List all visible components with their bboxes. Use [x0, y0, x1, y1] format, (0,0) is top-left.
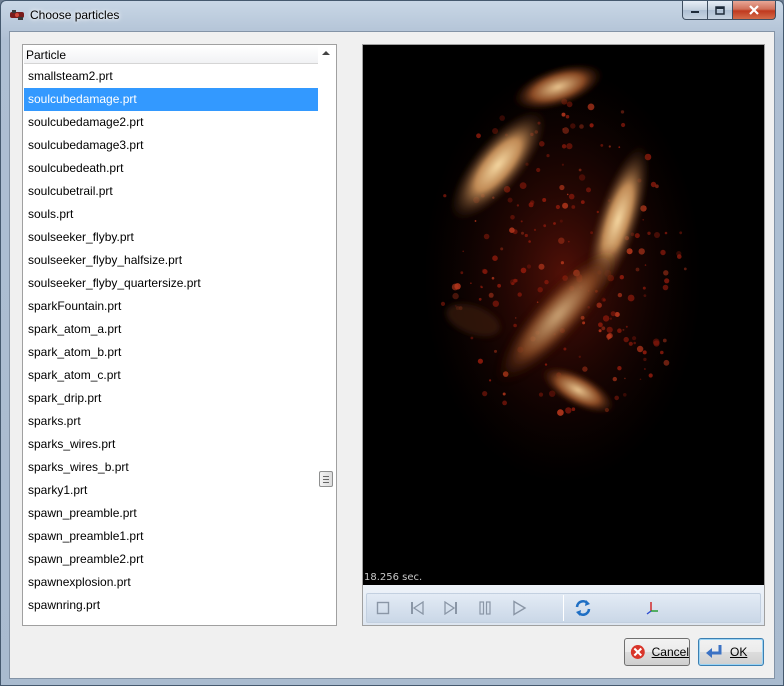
minimize-button[interactable]	[682, 1, 708, 20]
pause-button[interactable]	[473, 597, 497, 619]
app-icon	[10, 10, 24, 20]
list-item[interactable]: sparks_wires_b.prt	[24, 456, 335, 479]
cancel-button[interactable]: Cancel	[624, 638, 690, 666]
list-item[interactable]: soulseeker_flyby_halfsize.prt	[24, 249, 335, 272]
list-item[interactable]: spawn_preamble1.prt	[24, 525, 335, 548]
list-item[interactable]: souls.prt	[24, 203, 335, 226]
column-header-label: Particle	[26, 48, 67, 62]
list-scrollbar[interactable]	[318, 46, 335, 624]
preview-time-readout: 18.256 sec.	[364, 572, 423, 583]
pause-icon	[479, 601, 491, 615]
cancel-label: Cancel	[651, 645, 689, 659]
list-item[interactable]: soulseeker_flyby.prt	[24, 226, 335, 249]
list-item[interactable]: soulcubedeath.prt	[24, 157, 335, 180]
list-item[interactable]: soulseeker_flyby_quartersize.prt	[24, 272, 335, 295]
close-icon	[749, 5, 759, 15]
close-button[interactable]	[733, 1, 776, 20]
show-axes-button[interactable]	[641, 597, 665, 619]
list-item[interactable]: spark_atom_c.prt	[24, 364, 335, 387]
axes-icon	[646, 602, 658, 615]
loop-icon	[575, 600, 591, 616]
particle-preview-viewport[interactable]: 18.256 sec.	[363, 45, 764, 585]
list-item[interactable]: soulcubedamage3.prt	[24, 134, 335, 157]
list-item[interactable]: spawn_preamble.prt	[24, 502, 335, 525]
list-item[interactable]: soulcubedamage2.prt	[24, 111, 335, 134]
maximize-button[interactable]	[708, 1, 733, 20]
list-item[interactable]: soulcubedamage.prt	[24, 88, 335, 111]
list-item[interactable]: spawnexplosion.prt	[24, 571, 335, 594]
scrollbar-thumb[interactable]	[319, 471, 333, 487]
maximize-icon	[715, 5, 725, 15]
particle-list[interactable]: Particle smallsteam2.prt soulcubedamage.p…	[22, 44, 337, 626]
particle-effect-render	[423, 62, 703, 485]
list-item[interactable]: spark_drip.prt	[24, 387, 335, 410]
list-item[interactable]: smallsteam2.prt	[24, 65, 335, 88]
title-bar[interactable]: Choose particles	[1, 1, 783, 29]
list-item[interactable]: sparks.prt	[24, 410, 335, 433]
scroll-up-icon[interactable]	[322, 51, 330, 55]
minimize-icon	[691, 11, 699, 13]
window-title: Choose particles	[30, 8, 120, 22]
enter-arrow-icon	[706, 645, 722, 658]
list-item[interactable]: soulcubetrail.prt	[24, 180, 335, 203]
particle-column-header[interactable]: Particle	[24, 46, 335, 64]
list-item[interactable]: sparkFountain.prt	[24, 295, 335, 318]
play-icon	[513, 600, 527, 616]
list-item[interactable]: spark_atom_b.prt	[24, 341, 335, 364]
loop-toggle-button[interactable]	[571, 597, 595, 619]
play-button[interactable]	[507, 597, 531, 619]
list-item[interactable]: spark_atom_a.prt	[24, 318, 335, 341]
particle-list-items: smallsteam2.prt soulcubedamage.prt soulcub…	[24, 65, 335, 617]
skip-forward-button[interactable]	[439, 597, 463, 619]
list-item[interactable]: sparks_wires.prt	[24, 433, 335, 456]
list-item[interactable]: spawnring.prt	[24, 594, 335, 617]
cancel-icon	[630, 645, 645, 659]
ok-label: OK	[730, 645, 748, 659]
skip-forward-icon	[444, 601, 457, 615]
dialog-window: Choose particles Particle smallsteam2.pr…	[0, 0, 784, 686]
skip-back-icon	[411, 601, 424, 615]
skip-back-button[interactable]	[405, 597, 429, 619]
playback-controls	[363, 585, 764, 625]
list-item[interactable]: sparky1.prt	[24, 479, 335, 502]
stop-icon	[376, 601, 390, 615]
stop-button[interactable]	[371, 597, 395, 619]
particle-preview-panel: 18.256 sec.	[362, 44, 765, 626]
dialog-client-area: Particle smallsteam2.prt soulcubedamage.p…	[9, 31, 775, 679]
list-item[interactable]: spawn_preamble2.prt	[24, 548, 335, 571]
ok-button[interactable]: OK	[698, 638, 764, 666]
